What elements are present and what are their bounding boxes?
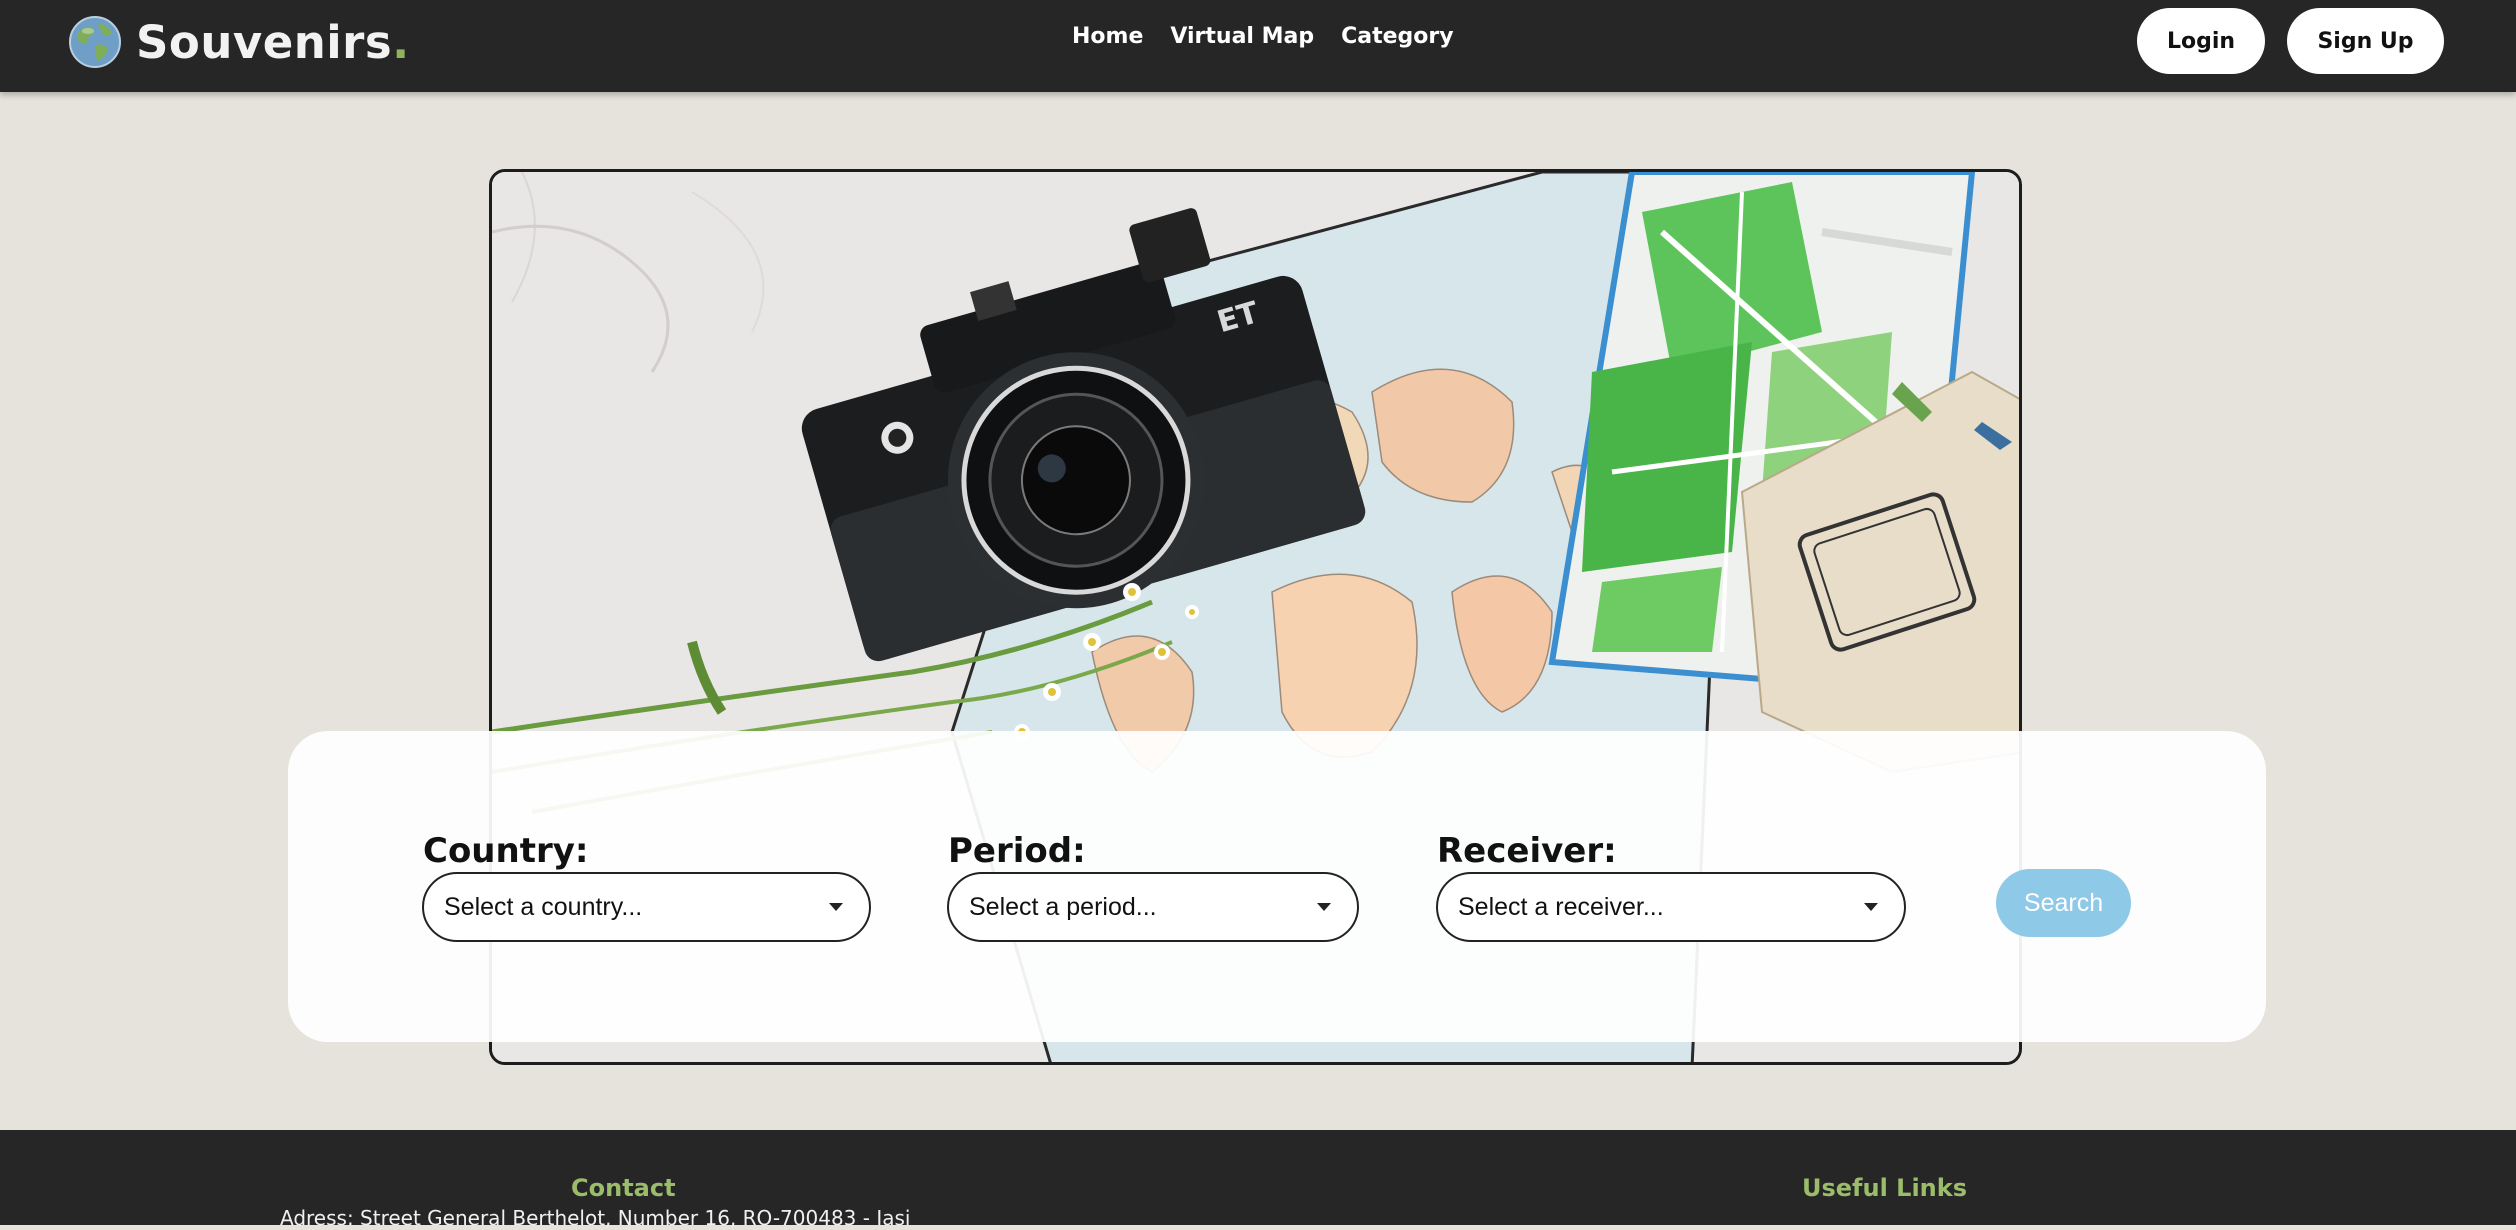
footer: Contact Adress: Street General Berthelot… bbox=[0, 1130, 2516, 1230]
brand-name: Souvenirs bbox=[136, 15, 393, 69]
period-select[interactable]: Select a period... bbox=[947, 872, 1359, 942]
nav-link-home[interactable]: Home bbox=[1072, 24, 1143, 49]
period-select-value: Select a period... bbox=[969, 892, 1157, 921]
brand-dot: . bbox=[392, 15, 410, 69]
country-select-value: Select a country... bbox=[444, 892, 643, 921]
login-button[interactable]: Login bbox=[2137, 8, 2265, 74]
brand-logo-link[interactable]: Souvenirs. bbox=[68, 12, 409, 72]
country-select[interactable]: Select a country... bbox=[422, 872, 871, 942]
country-label: Country: bbox=[423, 831, 589, 871]
chevron-down-icon bbox=[829, 903, 843, 911]
search-panel: Country: Select a country... Period: Sel… bbox=[288, 731, 2266, 1042]
useful-links-heading: Useful Links bbox=[1802, 1174, 1968, 1202]
top-navbar: Souvenirs. Home Virtual Map Category Log… bbox=[0, 0, 2516, 92]
search-button[interactable]: Search bbox=[1996, 869, 2131, 937]
nav-link-category[interactable]: Category bbox=[1341, 24, 1453, 49]
chevron-down-icon bbox=[1864, 903, 1878, 911]
chevron-down-icon bbox=[1317, 903, 1331, 911]
receiver-select-value: Select a receiver... bbox=[1458, 892, 1664, 921]
receiver-label: Receiver: bbox=[1437, 831, 1617, 871]
signup-button[interactable]: Sign Up bbox=[2287, 8, 2444, 74]
main-nav: Home Virtual Map Category bbox=[1072, 24, 1454, 49]
period-label: Period: bbox=[948, 831, 1086, 871]
contact-heading: Contact bbox=[571, 1174, 676, 1202]
contact-address: Adress: Street General Berthelot, Number… bbox=[280, 1206, 911, 1230]
globe-icon bbox=[69, 16, 121, 68]
receiver-select[interactable]: Select a receiver... bbox=[1436, 872, 1906, 942]
nav-link-virtual-map[interactable]: Virtual Map bbox=[1170, 24, 1314, 49]
